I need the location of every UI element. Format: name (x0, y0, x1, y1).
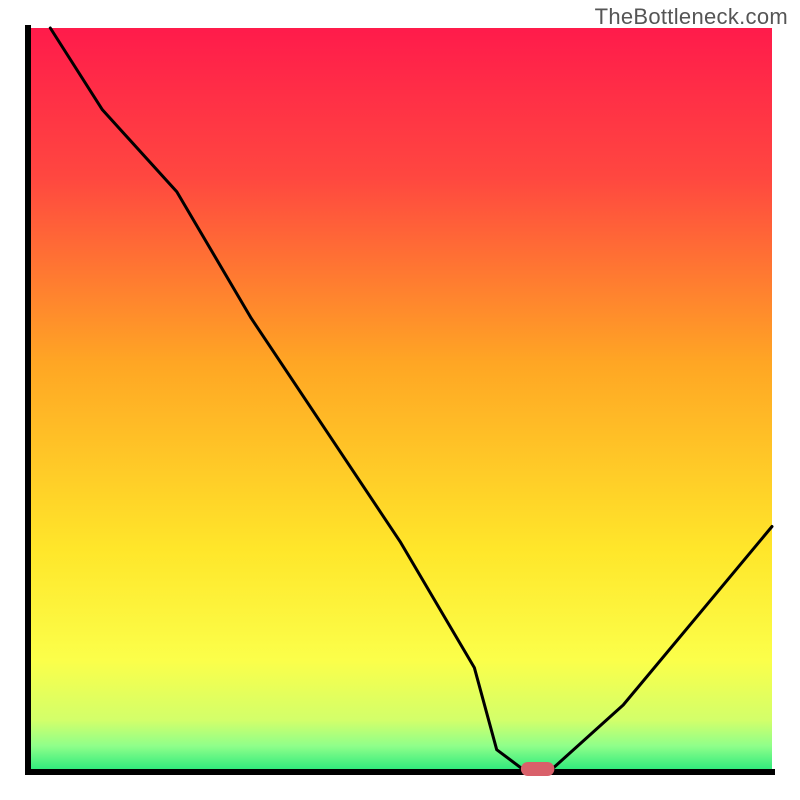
watermark-label: TheBottleneck.com (595, 4, 788, 30)
chart-svg (0, 0, 800, 800)
optimal-marker (521, 762, 554, 776)
bottleneck-chart: TheBottleneck.com (0, 0, 800, 800)
